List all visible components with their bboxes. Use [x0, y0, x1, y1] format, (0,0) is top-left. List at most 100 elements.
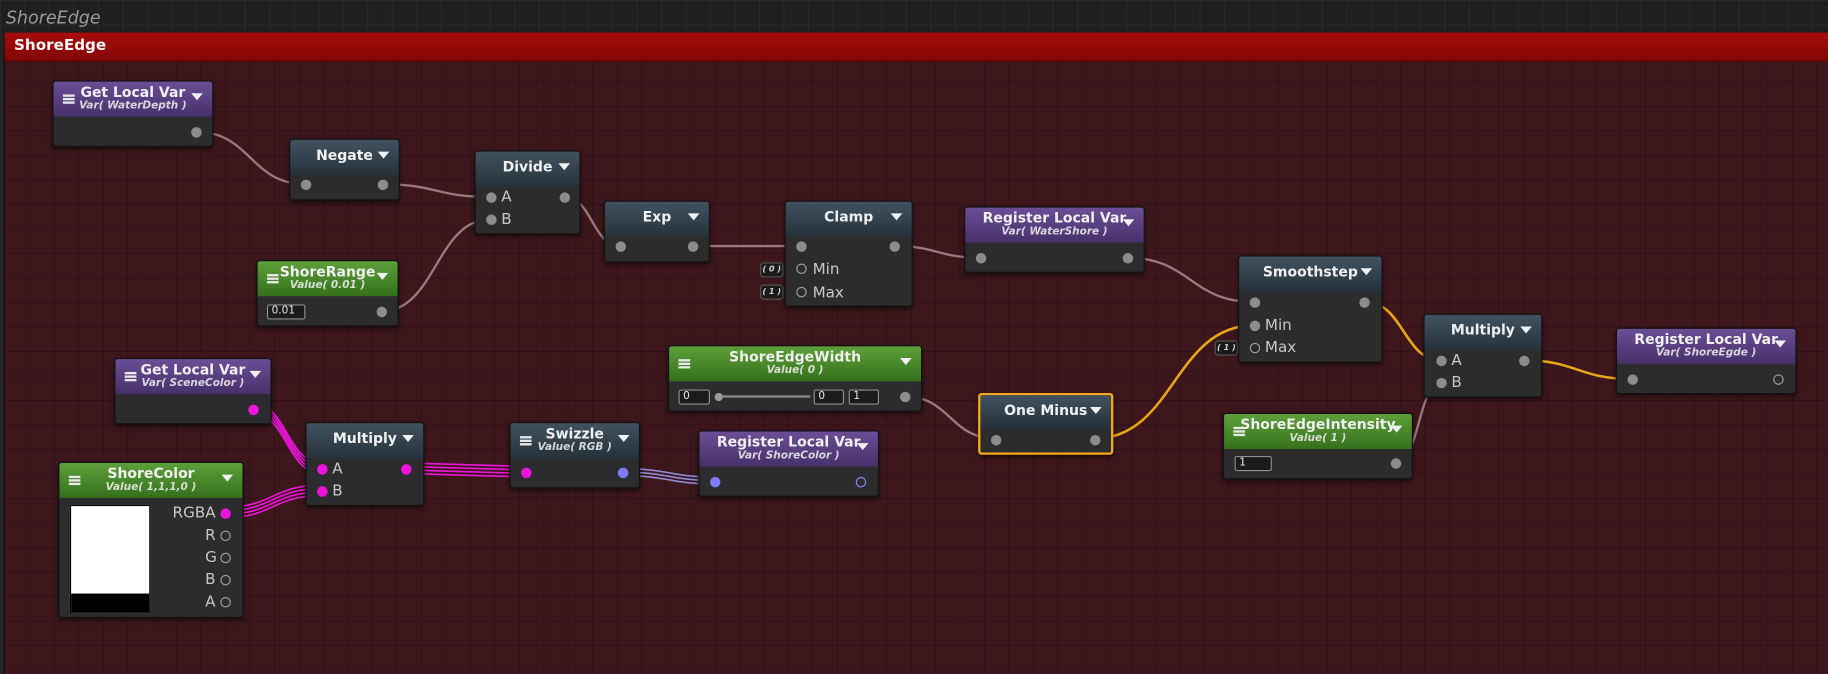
node-get-local-var-water-depth[interactable]: Get Local Var Var( WaterDepth ) — [52, 80, 214, 147]
output-port-a[interactable] — [220, 597, 231, 608]
input-port[interactable] — [615, 241, 627, 252]
node-header[interactable]: Register Local Var Var( ShoreColor ) — [699, 431, 878, 467]
chevron-down-icon[interactable] — [249, 370, 262, 378]
max-default-tag[interactable]: ( 1 ) — [1214, 340, 1239, 356]
node-header[interactable]: Smoothstep — [1239, 256, 1382, 292]
input-port[interactable] — [975, 253, 987, 264]
min-field[interactable]: 0 — [678, 389, 710, 405]
node-header[interactable]: Register Local Var Var( ShoreEgde ) — [1616, 328, 1796, 364]
chevron-down-icon[interactable] — [1774, 340, 1787, 348]
output-port[interactable] — [687, 241, 699, 252]
output-port[interactable] — [1519, 355, 1530, 367]
node-register-local-var-water-shore[interactable]: Register Local Var Var( WaterShore ) — [964, 206, 1145, 273]
chevron-down-icon[interactable] — [1390, 425, 1403, 433]
input-port-a[interactable] — [486, 192, 497, 203]
node-header[interactable]: Get Local Var Var( SceneColor ) — [115, 359, 271, 395]
node-shore-edge-intensity[interactable]: ShoreEdgeIntensity Value( 1 ) 1 — [1222, 412, 1413, 480]
node-header[interactable]: Clamp — [785, 201, 912, 237]
output-port[interactable] — [1390, 458, 1402, 469]
chevron-down-icon[interactable] — [617, 434, 630, 442]
chevron-down-icon[interactable] — [1360, 268, 1373, 276]
chevron-down-icon[interactable] — [376, 272, 389, 280]
output-port[interactable] — [377, 179, 389, 191]
input-port-min[interactable] — [796, 263, 807, 275]
node-get-local-var-scene-color[interactable]: Get Local Var Var( SceneColor ) — [114, 357, 272, 425]
chevron-down-icon[interactable] — [890, 213, 903, 221]
node-multiply-final[interactable]: Multiply A B — [1423, 313, 1543, 398]
chevron-down-icon[interactable] — [377, 151, 390, 159]
input-port-a[interactable] — [317, 464, 328, 475]
output-port[interactable] — [191, 127, 202, 138]
input-port[interactable] — [1627, 374, 1638, 385]
node-header[interactable]: ShoreColor Value( 1,1,1,0 ) — [59, 462, 243, 498]
chevron-down-icon[interactable] — [856, 443, 869, 451]
chevron-down-icon[interactable] — [402, 434, 414, 442]
output-port-g[interactable] — [220, 552, 231, 564]
input-port[interactable] — [796, 241, 807, 252]
chevron-down-icon[interactable] — [899, 357, 912, 365]
value-slider-track[interactable] — [716, 395, 811, 398]
node-header[interactable]: Exp — [605, 201, 709, 237]
input-port-max[interactable] — [1249, 342, 1261, 354]
node-header[interactable]: Multiply — [306, 423, 424, 459]
output-port-rgba[interactable] — [220, 508, 231, 519]
node-clamp[interactable]: Clamp Min Max — [784, 200, 913, 307]
value-field[interactable]: 0.01 — [266, 304, 306, 320]
value-field[interactable]: 1 — [1234, 455, 1272, 472]
input-port-b[interactable] — [317, 486, 328, 497]
input-port-b[interactable] — [486, 214, 497, 226]
output-port[interactable] — [855, 476, 867, 488]
max-field[interactable]: 1 — [848, 389, 880, 405]
node-divide[interactable]: Divide A B — [474, 150, 581, 235]
node-multiply-color[interactable]: Multiply A B — [305, 422, 425, 507]
chevron-down-icon[interactable] — [1520, 326, 1532, 334]
node-one-minus[interactable]: One Minus — [978, 392, 1114, 455]
output-port[interactable] — [1090, 434, 1101, 446]
input-port-b[interactable] — [1436, 377, 1447, 389]
node-swizzle[interactable]: Swizzle Value( RGB ) — [509, 422, 641, 489]
chevron-down-icon[interactable] — [1090, 406, 1102, 414]
input-port[interactable] — [990, 434, 1002, 446]
output-port[interactable] — [376, 306, 388, 318]
output-port[interactable] — [889, 241, 900, 252]
node-header[interactable]: Negate — [290, 139, 399, 175]
value-slider-knob[interactable] — [714, 392, 723, 402]
chevron-down-icon[interactable] — [687, 213, 700, 221]
output-port[interactable] — [1359, 297, 1370, 308]
node-header[interactable]: Register Local Var Var( WaterShore ) — [965, 207, 1144, 243]
node-shore-range[interactable]: ShoreRange Value( 0.01 ) 0.01 — [256, 260, 399, 327]
node-negate[interactable]: Negate — [289, 138, 400, 201]
output-port[interactable] — [248, 404, 259, 416]
output-port[interactable] — [1122, 253, 1134, 264]
input-port[interactable] — [300, 179, 312, 191]
value-field[interactable]: 0 — [813, 389, 845, 405]
node-header[interactable]: ShoreEdgeIntensity Value( 1 ) — [1224, 413, 1412, 449]
node-header[interactable]: Get Local Var Var( WaterDepth ) — [53, 81, 213, 117]
output-port[interactable] — [617, 467, 629, 479]
node-register-local-var-shore-edge[interactable]: Register Local Var Var( ShoreEgde ) — [1615, 327, 1797, 395]
output-port-b[interactable] — [220, 574, 231, 586]
color-swatch[interactable] — [69, 504, 151, 614]
node-header[interactable]: Swizzle Value( RGB ) — [510, 423, 639, 459]
node-smoothstep[interactable]: Smoothstep Min Max — [1238, 255, 1383, 363]
chevron-down-icon[interactable] — [191, 93, 203, 101]
node-header[interactable]: Multiply — [1424, 314, 1542, 350]
input-port[interactable] — [521, 467, 532, 479]
node-header[interactable]: ShoreRange Value( 0.01 ) — [257, 261, 398, 297]
node-shore-color[interactable]: ShoreColor Value( 1,1,1,0 ) RGBA R G B A — [58, 461, 244, 619]
node-header[interactable]: Divide — [475, 151, 580, 187]
node-exp[interactable]: Exp — [603, 200, 710, 263]
chevron-down-icon[interactable] — [1122, 219, 1135, 227]
node-shore-edge-width[interactable]: ShoreEdgeWidth Value( 0 ) 0 0 1 — [668, 345, 923, 412]
max-default-tag[interactable]: ( 1 ) — [760, 284, 784, 300]
chevron-down-icon[interactable] — [558, 163, 571, 171]
input-port-max[interactable] — [796, 286, 807, 298]
node-header[interactable]: One Minus — [980, 395, 1112, 428]
node-header[interactable]: ShoreEdgeWidth Value( 0 ) — [669, 346, 921, 382]
output-port[interactable] — [401, 464, 412, 475]
output-port[interactable] — [559, 192, 571, 203]
input-port[interactable] — [709, 476, 721, 488]
min-default-tag[interactable]: ( 0 ) — [760, 262, 784, 278]
chevron-down-icon[interactable] — [221, 474, 234, 482]
node-register-local-var-shore-color[interactable]: Register Local Var Var( ShoreColor ) — [698, 430, 880, 497]
